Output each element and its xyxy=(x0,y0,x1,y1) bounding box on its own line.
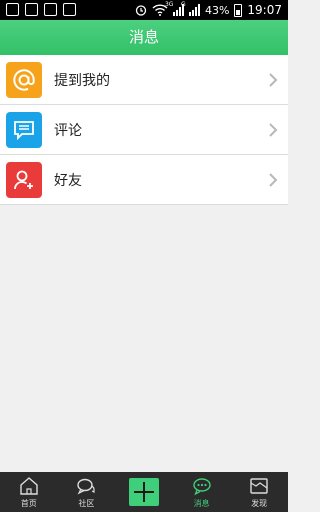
nav-item-messages[interactable]: 消息 xyxy=(173,472,231,512)
app-icon xyxy=(25,3,38,16)
title-bar: 消息 xyxy=(0,20,288,55)
nav-item-label: 消息 xyxy=(193,499,210,508)
menu-item-friends[interactable]: 好友 xyxy=(0,155,288,205)
chevron-right-icon xyxy=(269,173,278,187)
discover-icon xyxy=(250,478,268,494)
nav-item-label: 社区 xyxy=(78,499,95,508)
bottom-nav: 首页 社区 消息 发现 xyxy=(0,472,288,512)
nav-item-discover[interactable]: 发现 xyxy=(230,472,288,512)
status-bar: 3G G 43% 19:07 xyxy=(0,0,288,20)
menu-item-comments[interactable]: 评论 xyxy=(0,105,288,155)
image-icon xyxy=(6,3,19,16)
nav-item-label: 首页 xyxy=(20,499,37,508)
app-icon-2 xyxy=(44,3,57,16)
nav-item-home[interactable]: 首页 xyxy=(0,472,58,512)
community-icon xyxy=(77,478,95,495)
signal-icon-g: G xyxy=(181,1,200,16)
comment-icon xyxy=(6,111,42,148)
nav-item-label: 发现 xyxy=(251,499,268,508)
nav-item-community[interactable]: 社区 xyxy=(58,472,116,512)
menu-item-label: 提到我的 xyxy=(54,72,110,89)
battery-icon xyxy=(234,3,243,17)
home-icon xyxy=(20,477,38,495)
page-title: 消息 xyxy=(128,28,159,46)
add-friend-icon xyxy=(6,161,42,198)
at-icon xyxy=(6,61,42,98)
nav-item-add[interactable] xyxy=(115,472,173,512)
battery-percent: 43% xyxy=(204,3,230,17)
chevron-right-icon xyxy=(269,123,278,137)
plus-icon xyxy=(133,482,154,502)
status-indicators: 3G G 43% 19:07 xyxy=(135,0,282,20)
menu-item-mentions[interactable]: 提到我的 xyxy=(0,55,288,105)
notification-icons xyxy=(6,3,76,16)
alarm-icon xyxy=(135,5,147,16)
menu-item-label: 评论 xyxy=(54,122,82,139)
clock: 19:07 xyxy=(247,3,282,17)
chevron-right-icon xyxy=(269,73,278,87)
menu-item-label: 好友 xyxy=(54,172,82,189)
camera-icon xyxy=(63,3,76,16)
message-menu: 提到我的 评论 好友 xyxy=(0,55,288,205)
add-button[interactable] xyxy=(128,478,159,506)
message-icon xyxy=(192,478,211,496)
